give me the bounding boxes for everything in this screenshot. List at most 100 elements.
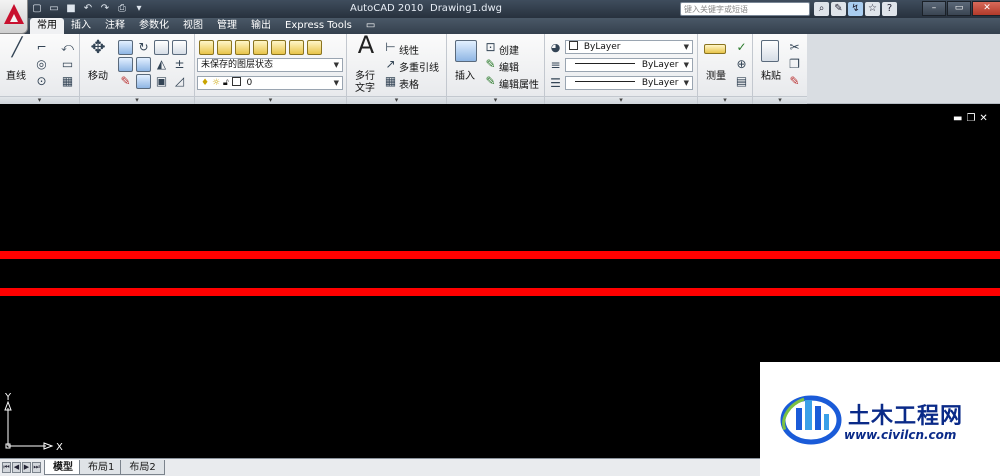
help-icon[interactable]: ? [882,2,897,16]
mtext-label-2[interactable]: 文字 [355,79,375,94]
layout-tab-layout2[interactable]: 布局2 [120,460,165,475]
explode-icon[interactable]: ± [172,57,187,72]
minimize-button[interactable]: – [922,1,946,16]
paste-label[interactable]: 粘贴 [761,67,781,82]
linear-label[interactable]: 线性 [399,42,419,57]
tab-manage[interactable]: 管理 [210,18,244,34]
layout-tab-layout1[interactable]: 布局1 [79,460,124,475]
quick-select-icon[interactable]: ✓ [734,40,749,55]
layout-tab-model[interactable]: 模型 [44,460,82,475]
tab-output[interactable]: 输出 [244,18,278,34]
next-layout-icon[interactable]: ▶ [22,462,31,473]
linetype-icon[interactable]: ☰ [548,76,563,91]
stretch-icon[interactable] [118,57,133,72]
dropdown-icon[interactable]: ▾ [132,2,146,16]
circle-icon[interactable]: ◎ [34,57,49,72]
mirror-icon[interactable]: ◭ [154,57,169,72]
copy-clip-icon[interactable]: ❐ [787,57,802,72]
undo-icon[interactable]: ↶ [81,2,95,16]
edit-label[interactable]: 编辑 [499,59,519,74]
trim-icon[interactable] [154,40,169,55]
tab-view[interactable]: 视图 [176,18,210,34]
tab-home[interactable]: 常用 [30,18,64,34]
arc-icon[interactable]: ⤺ [60,40,75,55]
insert-label[interactable]: 插入 [455,67,475,82]
communication-icon[interactable]: ✎ [831,2,846,16]
color-wheel-icon[interactable]: ◕ [548,40,563,55]
maximize-button[interactable]: ▭ [947,1,971,16]
calculator-icon[interactable]: ▤ [734,74,749,89]
layer-isolate-icon[interactable] [235,40,250,55]
mleader-icon[interactable]: ↗ [383,57,398,72]
find-icon[interactable]: ⊕ [734,57,749,72]
layer-properties-icon[interactable] [199,40,214,55]
erase-icon[interactable] [172,40,187,55]
mleader-label[interactable]: 多重引线 [399,59,439,74]
measure-icon[interactable] [704,44,726,54]
utilities-panel-expand[interactable]: ▾ [698,96,752,104]
rectangle-icon[interactable]: ▭ [60,57,75,72]
copy-icon[interactable] [118,40,133,55]
layer-state-icon[interactable] [217,40,232,55]
favorites-icon[interactable]: ☆ [865,2,880,16]
hatch-icon[interactable]: ▦ [60,74,75,89]
layer-freeze-icon[interactable] [253,40,268,55]
rotate-icon[interactable]: ↻ [136,40,151,55]
draw-panel-expand[interactable]: ▾ [0,96,79,104]
application-menu-button[interactable] [0,0,28,34]
layer-state-dropdown[interactable]: 未保存的图层状态 ▼ [197,58,343,72]
linetype-dropdown[interactable]: ByLayer ▼ [565,76,693,90]
save-icon[interactable]: ■ [64,2,78,16]
match-properties-icon[interactable]: ✎ [787,74,802,89]
scale-icon[interactable] [136,57,151,72]
block-panel-expand[interactable]: ▾ [447,96,544,104]
edit-attribute-label[interactable]: 编辑属性 [499,76,539,91]
first-layout-icon[interactable]: ⏮ [2,462,11,473]
mtext-icon[interactable]: A [355,33,377,64]
layer-match-icon[interactable] [307,40,322,55]
edit-block-icon[interactable]: ✎ [483,57,498,72]
properties-panel-expand[interactable]: ▾ [545,96,697,104]
cut-icon[interactable]: ✂ [787,40,802,55]
drawing-restore-icon[interactable]: ❐ [966,114,975,124]
create-block-icon[interactable]: ⊡ [483,40,498,55]
red-line-upper[interactable] [0,251,1000,259]
prev-layout-icon[interactable]: ◀ [12,462,21,473]
layer-dropdown[interactable]: ♦ ☼ 🔓︎ 0 ▼ [197,76,343,90]
table-label[interactable]: 表格 [399,76,419,91]
lineweight-dropdown[interactable]: ByLayer ▼ [565,58,693,72]
paste-icon[interactable] [761,40,779,62]
move-label[interactable]: 移动 [88,67,108,82]
layer-off-icon[interactable] [271,40,286,55]
new-icon[interactable]: ▢ [30,2,44,16]
edit-attribute-icon[interactable]: ✎ [483,74,498,89]
redo-icon[interactable]: ↷ [98,2,112,16]
line-label[interactable]: 直线 [6,67,26,82]
tab-parametric[interactable]: 参数化 [132,18,176,34]
insert-block-icon[interactable] [455,40,477,62]
red-line-lower[interactable] [0,288,1000,296]
color-dropdown[interactable]: ByLayer ▼ [565,40,693,54]
lineweight-icon[interactable]: ≡ [548,58,563,73]
drawing-minimize-icon[interactable]: ▬ [953,114,962,124]
tab-annotate[interactable]: 注释 [98,18,132,34]
open-icon[interactable]: ▭ [47,2,61,16]
plot-icon[interactable]: ⎙ [115,2,129,16]
drawing-close-icon[interactable]: ✕ [979,114,987,124]
linear-dim-icon[interactable]: ⊢ [383,40,398,55]
last-layout-icon[interactable]: ⏭ [32,462,41,473]
offset-icon[interactable] [136,74,151,89]
clipboard-panel-expand[interactable]: ▾ [753,96,807,104]
close-button[interactable]: ✕ [972,1,1000,16]
array-icon[interactable]: ▣ [154,74,169,89]
move-icon[interactable]: ✥ [88,39,108,62]
ellipse-icon[interactable]: ⊙ [34,74,49,89]
polyline-icon[interactable]: ⌐ [34,40,49,55]
fillet-icon[interactable]: ✎ [118,74,133,89]
connect-icon[interactable]: ↯ [848,2,863,16]
layers-panel-expand[interactable]: ▾ [195,96,346,104]
create-label[interactable]: 创建 [499,42,519,57]
search-input[interactable]: 键入关键字或短语 [680,2,810,16]
chamfer-icon[interactable]: ◿ [172,74,187,89]
binoculars-icon[interactable]: ⌕ [814,2,829,16]
